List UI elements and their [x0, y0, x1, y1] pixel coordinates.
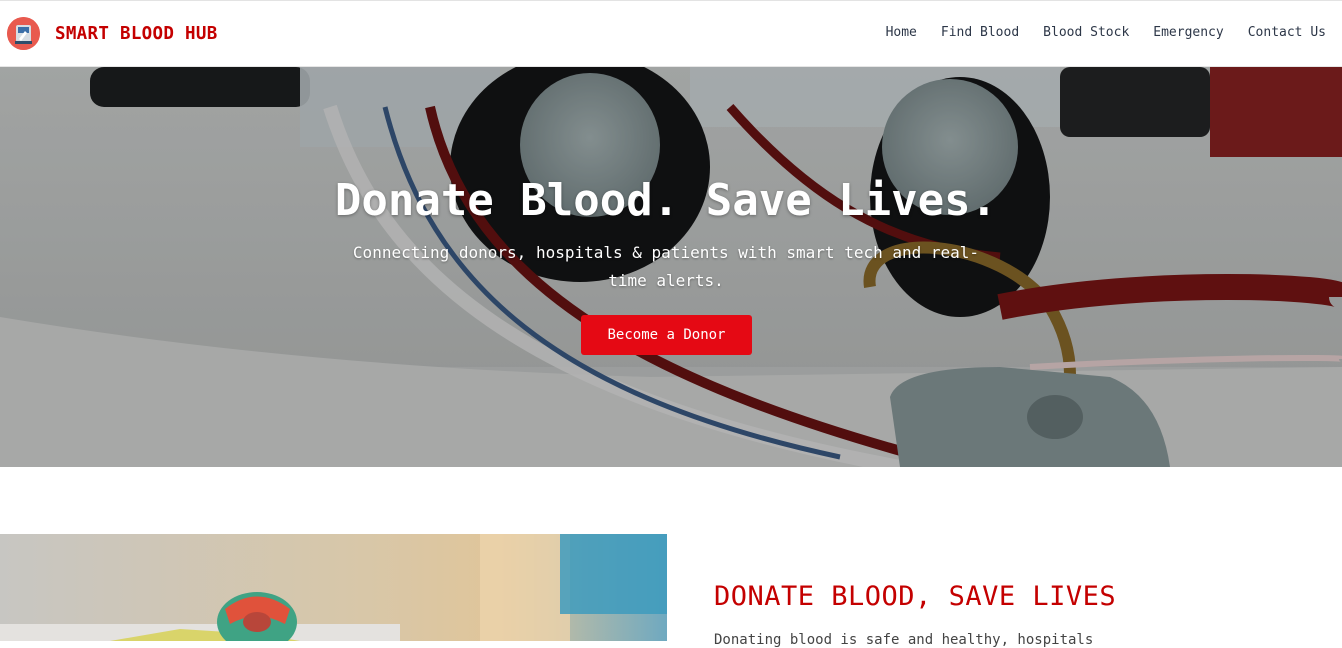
main-nav: Home Find Blood Blood Stock Emergency Co… [886, 25, 1326, 40]
nav-blood-stock[interactable]: Blood Stock [1043, 25, 1129, 40]
nav-contact-us[interactable]: Contact Us [1248, 25, 1326, 40]
hero-title: Donate Blood. Save Lives. [334, 175, 998, 226]
nav-emergency[interactable]: Emergency [1153, 25, 1223, 40]
blood-sample-tube-photo [0, 534, 667, 641]
hero-section: Donate Blood. Save Lives. Connecting don… [0, 67, 1342, 467]
nav-find-blood[interactable]: Find Blood [941, 25, 1019, 40]
hero-subtitle: Connecting donors, hospitals & patients … [352, 243, 980, 290]
brand-name: SMART BLOOD HUB [55, 23, 218, 44]
become-donor-button[interactable]: Become a Donor [581, 315, 752, 355]
blood-bag-icon [7, 17, 40, 50]
about-image [0, 534, 667, 641]
nav-home[interactable]: Home [886, 25, 917, 40]
about-text: Donating blood is safe and healthy, hosp… [714, 632, 1094, 648]
brand[interactable]: SMART BLOOD HUB [7, 17, 218, 50]
about-title: DONATE BLOOD, SAVE LIVES [714, 581, 1117, 612]
navbar: SMART BLOOD HUB Home Find Blood Blood St… [0, 0, 1342, 67]
